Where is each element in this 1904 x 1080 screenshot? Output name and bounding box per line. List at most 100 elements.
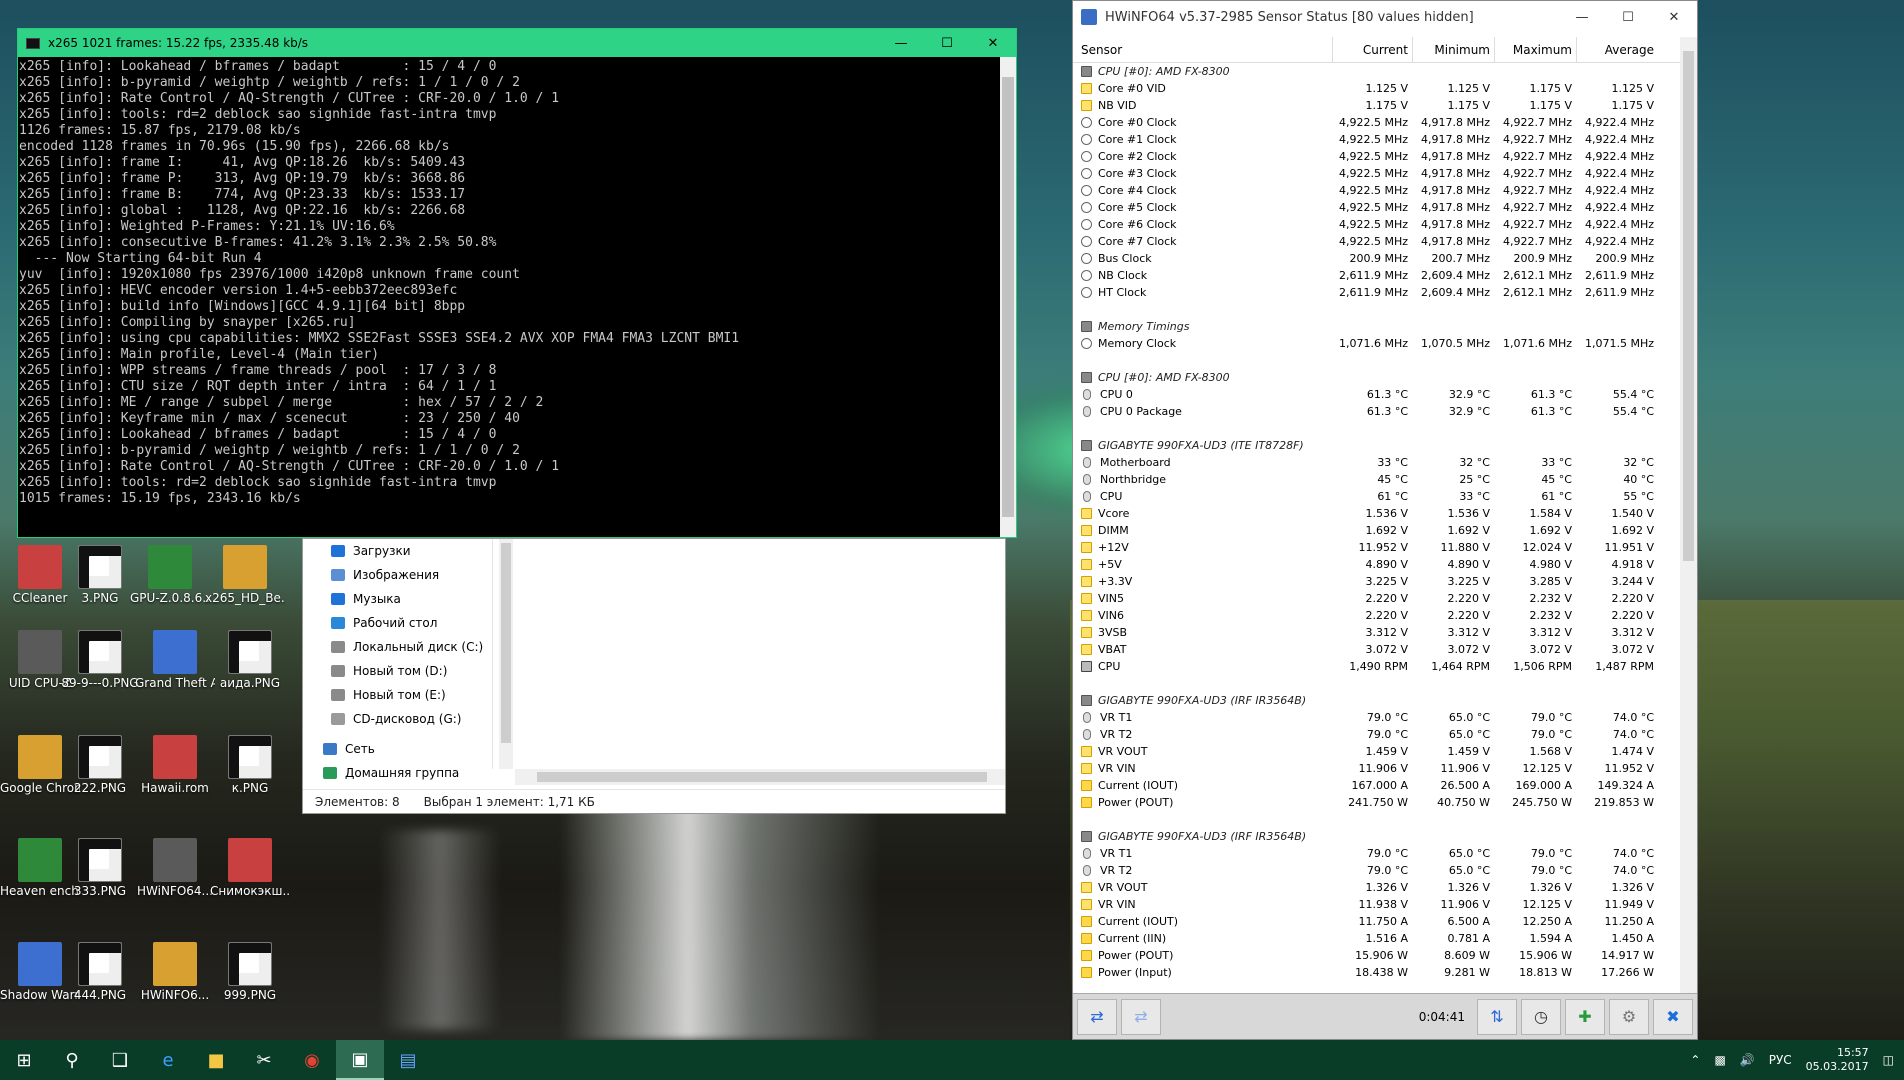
sensor-row[interactable]: VR T2 79.0 °C 65.0 °C 79.0 °C 74.0 °C (1073, 726, 1673, 743)
file-explorer-window[interactable]: Загрузки Изображения Музыка Рабочий стол Лок… (302, 538, 1006, 814)
sensor-row[interactable]: Motherboard 33 °C 32 °C 33 °C 32 °C (1073, 454, 1673, 471)
sensor-row[interactable]: Power (POUT) 15.906 W 8.609 W 15.906 W 14.91… (1073, 947, 1673, 964)
console-title-bar[interactable]: x265 1021 frames: 15.22 fps, 2335.48 kb/… (18, 29, 1016, 57)
scroll-thumb[interactable] (537, 772, 987, 782)
sensor-row[interactable]: VR VOUT 1.459 V 1.459 V 1.568 V 1.474 V (1073, 743, 1673, 760)
desktop-icon[interactable]: 444.PNG (60, 942, 140, 1002)
close-button[interactable]: ✕ (970, 29, 1016, 57)
hwinfo-title-bar[interactable]: HWiNFO64 v5.37-2985 Sensor Status [80 va… (1073, 1, 1697, 33)
nav-item[interactable]: Новый том (E:) (303, 683, 492, 707)
sensor-row[interactable]: VR VIN 11.938 V 11.906 V 12.125 V 11.949 V (1073, 896, 1673, 913)
sensor-row[interactable]: Core #3 Clock 4,922.5 MHz 4,917.8 MHz 4,922… (1073, 165, 1673, 182)
sensor-row[interactable]: Core #0 VID 1.125 V 1.125 V 1.175 V 1.125 V (1073, 80, 1673, 97)
sensor-row[interactable]: VR T1 79.0 °C 65.0 °C 79.0 °C 74.0 °C (1073, 709, 1673, 726)
nav-item[interactable]: Музыка (303, 587, 492, 611)
scroll-thumb[interactable] (1683, 51, 1694, 561)
sensor-row[interactable]: VIN5 2.220 V 2.220 V 2.232 V 2.220 V (1073, 590, 1673, 607)
windows-start-icon[interactable]: ⊞ (0, 1040, 48, 1080)
sensor-row[interactable]: NB Clock 2,611.9 MHz 2,609.4 MHz 2,612.1 MH… (1073, 267, 1673, 284)
sensor-row[interactable]: CPU 61 °C 33 °C 61 °C 55 °C (1073, 488, 1673, 505)
desktop-icon[interactable]: HWiNFO6... (135, 942, 215, 1002)
sensor-row[interactable]: VR T2 79.0 °C 65.0 °C 79.0 °C 74.0 °C (1073, 862, 1673, 879)
nav-item[interactable]: CD-дисковод (G:) (303, 707, 492, 731)
desktop-icon[interactable]: 89-9---0.PNG (60, 630, 140, 690)
sensor-group-row[interactable]: CPU [#0]: AMD FX-8300 (1073, 369, 1673, 386)
chrome-icon[interactable]: ◉ (288, 1040, 336, 1080)
file-explorer-icon[interactable]: ■ (192, 1040, 240, 1080)
sensor-row[interactable]: +5V 4.890 V 4.890 V 4.980 V 4.918 V (1073, 556, 1673, 573)
explorer-horizontal-scrollbar[interactable] (515, 769, 1005, 785)
sensor-row[interactable]: HT Clock 2,611.9 MHz 2,609.4 MHz 2,612.1 MH… (1073, 284, 1673, 301)
settings-gear-icon[interactable]: ⚙ (1609, 998, 1649, 1035)
nav-item[interactable]: Рабочий стол (303, 611, 492, 635)
col-sensor[interactable]: Sensor (1073, 43, 1332, 57)
sensor-row[interactable]: VR VIN 11.906 V 11.906 V 12.125 V 11.952 V (1073, 760, 1673, 777)
col-current[interactable]: Current (1332, 36, 1412, 63)
scroll-thumb[interactable] (1002, 77, 1014, 517)
sensor-row[interactable]: Current (IOUT) 167.000 A 26.500 A 169.000 A… (1073, 777, 1673, 794)
sensor-row[interactable]: VBAT 3.072 V 3.072 V 3.072 V 3.072 V (1073, 641, 1673, 658)
sensor-row[interactable]: DIMM 1.692 V 1.692 V 1.692 V 1.692 V (1073, 522, 1673, 539)
desktop-icon[interactable]: Снимокэкш... (210, 838, 290, 898)
nav-arrows-icon[interactable]: ⇄ (1077, 998, 1117, 1035)
hwinfo-sensor-window[interactable]: HWiNFO64 v5.37-2985 Sensor Status [80 va… (1072, 0, 1698, 1040)
desktop-icon[interactable]: 999.PNG (210, 942, 290, 1002)
language-indicator[interactable]: РУС (1769, 1053, 1792, 1067)
volume-icon[interactable]: 🔊 (1740, 1053, 1755, 1067)
nav-item[interactable]: Новый том (D:) (303, 659, 492, 683)
notifications-icon[interactable]: ◫ (1883, 1053, 1894, 1067)
sensor-row[interactable]: Core #6 Clock 4,922.5 MHz 4,917.8 MHz 4,922… (1073, 216, 1673, 233)
task-view-icon[interactable]: ❑ (96, 1040, 144, 1080)
desktop-icon[interactable]: Grand Theft Auto V (135, 630, 215, 690)
close-x-icon[interactable]: ✖ (1653, 998, 1693, 1035)
desktop-icon[interactable]: HWiNFO64... (135, 838, 215, 898)
desktop-icon[interactable]: Hawaii.rom (135, 735, 215, 795)
sensor-group-row[interactable]: GIGABYTE 990FXA-UD3 (ITE IT8728F) (1073, 437, 1673, 454)
desktop-icon[interactable]: GPU-Z.0.8.6... (130, 545, 210, 605)
nav-item[interactable]: Домашняя группа (303, 761, 492, 785)
sensor-scrollbar[interactable] (1680, 37, 1697, 995)
minimize-button[interactable]: — (1559, 3, 1605, 31)
close-button[interactable]: ✕ (1651, 3, 1697, 31)
clock-icon[interactable]: ◷ (1521, 998, 1561, 1035)
nav-item[interactable]: Изображения (303, 563, 492, 587)
sensor-row[interactable]: Core #2 Clock 4,922.5 MHz 4,917.8 MHz 4,922… (1073, 148, 1673, 165)
col-minimum[interactable]: Minimum (1412, 36, 1494, 63)
sensor-row[interactable]: +3.3V 3.225 V 3.225 V 3.285 V 3.244 V (1073, 573, 1673, 590)
sensor-row[interactable]: Memory Clock 1,071.6 MHz 1,070.5 MHz 1,071.… (1073, 335, 1673, 352)
desktop-icon[interactable]: 333.PNG (60, 838, 140, 898)
desktop-icon[interactable]: аида.PNG (210, 630, 290, 690)
sensor-group-row[interactable]: CPU [#0]: AMD FX-8300 (1073, 63, 1673, 80)
search-icon[interactable]: ⚲ (48, 1040, 96, 1080)
sensor-row[interactable]: Current (IIN) 1.516 A 0.781 A 1.594 A 1.450 … (1073, 930, 1673, 947)
sensor-row[interactable]: 3VSB 3.312 V 3.312 V 3.312 V 3.312 V (1073, 624, 1673, 641)
sensor-row[interactable]: Core #7 Clock 4,922.5 MHz 4,917.8 MHz 4,922… (1073, 233, 1673, 250)
console-scrollbar[interactable] (1000, 57, 1016, 537)
x265-console-window[interactable]: x265 1021 frames: 15.22 fps, 2335.48 kb/… (17, 28, 1017, 538)
sensor-group-row[interactable]: GIGABYTE 990FXA-UD3 (IRF IR3564B) (1073, 828, 1673, 845)
sensor-row[interactable]: Power (POUT) 241.750 W 40.750 W 245.750 W 21… (1073, 794, 1673, 811)
desktop-icon[interactable]: x265_HD_Be... (205, 545, 285, 605)
sensor-row[interactable]: CPU 0 61.3 °C 32.9 °C 61.3 °C 55.4 °C (1073, 386, 1673, 403)
clock[interactable]: 15:57 05.03.2017 (1806, 1046, 1869, 1074)
nav-item[interactable]: Сеть (303, 737, 492, 761)
sensor-row[interactable]: VR T1 79.0 °C 65.0 °C 79.0 °C 74.0 °C (1073, 845, 1673, 862)
sensor-row[interactable]: Bus Clock 200.9 MHz 200.7 MHz 200.9 MHz 200.… (1073, 250, 1673, 267)
sensor-row[interactable]: Current (IOUT) 11.750 A 6.500 A 12.250 A 11.… (1073, 913, 1673, 930)
edge-browser-icon[interactable]: e (144, 1040, 192, 1080)
maximize-button[interactable]: ☐ (1605, 3, 1651, 31)
snipping-tool-icon[interactable]: ✂ (240, 1040, 288, 1080)
network-tray-icon[interactable]: ▩ (1714, 1053, 1725, 1067)
col-maximum[interactable]: Maximum (1494, 36, 1576, 63)
desktop-icon[interactable]: 222.PNG (60, 735, 140, 795)
minimize-button[interactable]: — (878, 29, 924, 57)
desktop-icon[interactable]: 3.PNG (60, 545, 140, 605)
sensor-row[interactable]: Core #0 Clock 4,922.5 MHz 4,917.8 MHz 4,922… (1073, 114, 1673, 131)
sensor-row[interactable]: Core #5 Clock 4,922.5 MHz 4,917.8 MHz 4,922… (1073, 199, 1673, 216)
sensor-row[interactable]: Core #1 Clock 4,922.5 MHz 4,917.8 MHz 4,922… (1073, 131, 1673, 148)
console-taskbar-icon[interactable]: ▣ (336, 1040, 384, 1080)
nav-item[interactable]: Локальный диск (C:) (303, 635, 492, 659)
explorer-nav-scrollbar[interactable] (499, 539, 513, 769)
sensor-row[interactable]: Power (Input) 18.438 W 9.281 W 18.813 W 17.2… (1073, 964, 1673, 981)
explorer-content-area[interactable] (515, 539, 1005, 757)
